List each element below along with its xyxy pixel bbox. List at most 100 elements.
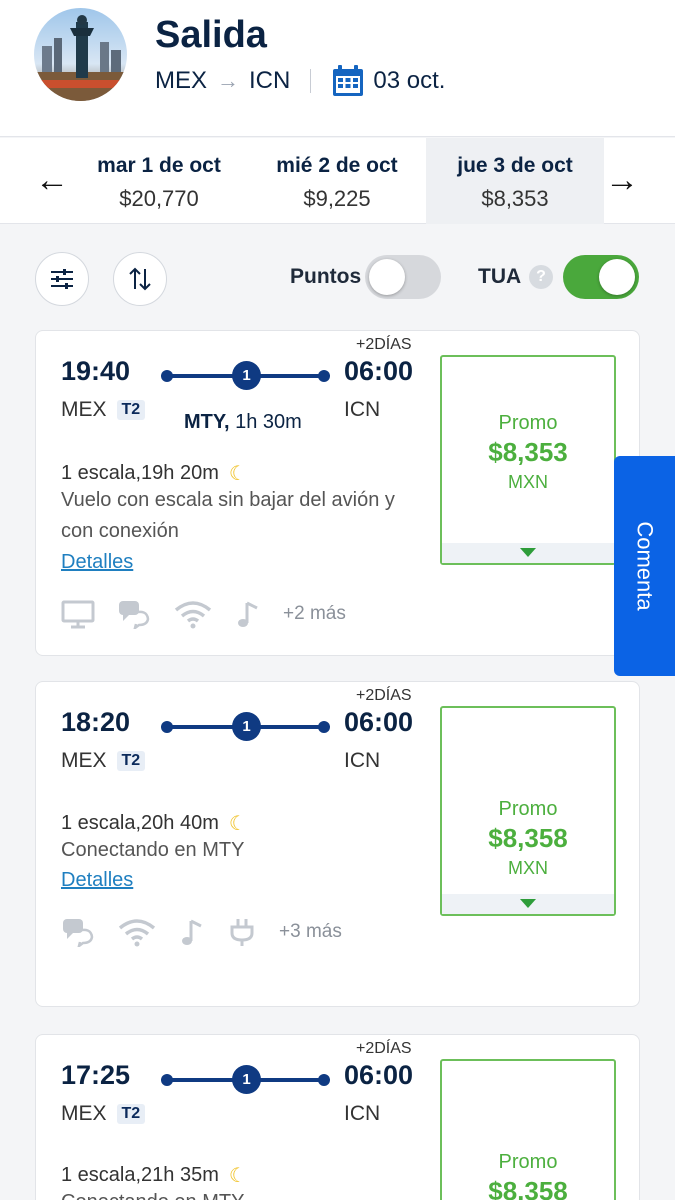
details-link[interactable]: Detalles: [61, 869, 133, 892]
chevron-down-icon: [520, 899, 536, 908]
flight-card[interactable]: +2DÍAS 17:25 06:00 1 MEX T2 ICN 1 escala,…: [35, 1034, 640, 1200]
stop-duration: 1 escala,19h 20m ☾: [61, 461, 247, 486]
flight-description: Vuelo con escala sin bajar del avión y c…: [61, 489, 395, 542]
toggle-knob: [599, 259, 635, 295]
city-photo-icon: [34, 8, 127, 101]
next-date-arrow-icon[interactable]: →: [602, 158, 642, 202]
help-icon[interactable]: ?: [529, 265, 553, 289]
date-label: jue 3 de oct: [457, 154, 573, 177]
details-link[interactable]: Detalles: [61, 551, 133, 574]
flight-description: Conectando en MTY: [61, 839, 245, 861]
escala-text: 1 escala,19h 20m: [61, 462, 219, 484]
chat-icon: [61, 917, 95, 947]
origin-code: MEX: [61, 398, 107, 421]
route-end-dot: [318, 1074, 330, 1086]
filter-row: Puntos TUA ?: [0, 225, 675, 325]
departure-time: 19:40: [61, 356, 131, 386]
header: Salida MEX → ICN 03 oct.: [0, 0, 675, 137]
sliders-icon: [51, 269, 73, 289]
departure-time: 17:25: [61, 1060, 131, 1090]
tua-toggle[interactable]: [563, 255, 639, 299]
more-amenities[interactable]: +3 más: [279, 921, 342, 943]
stop-duration: 1 escala,21h 35m ☾: [61, 1163, 247, 1188]
fare-tag: Promo: [498, 1151, 558, 1173]
fare-currency: MXN: [508, 472, 548, 492]
layover-city: MTY,: [184, 411, 230, 433]
arrival-time: 06:00: [344, 707, 414, 737]
date-label: mar 1 de oct: [97, 154, 221, 177]
tua-label: TUA: [478, 265, 522, 288]
fare-option[interactable]: Promo $8,358 MXN: [440, 706, 616, 916]
date-price: $8,353: [481, 186, 549, 211]
date-option-oct-3[interactable]: jue 3 de oct $8,353: [426, 138, 604, 224]
fare-option[interactable]: Promo $8,358: [440, 1059, 616, 1200]
fare-expand[interactable]: [442, 894, 614, 914]
puntos-toggle[interactable]: [365, 255, 441, 299]
stops-badge: 1: [232, 712, 261, 741]
toggle-knob: [369, 259, 405, 295]
layover-time: 1h 30m: [235, 411, 302, 433]
date-price: $9,225: [303, 186, 371, 211]
fare-price: $8,353: [488, 437, 568, 467]
feedback-label: Comenta: [632, 521, 658, 611]
feedback-tab[interactable]: Comenta: [614, 456, 675, 676]
arrival-time: 06:00: [344, 356, 414, 386]
fare-price: $8,358: [488, 1176, 568, 1200]
route-start-dot: [161, 721, 173, 733]
puntos-label: Puntos: [290, 265, 362, 288]
plug-icon: [227, 917, 257, 947]
sort-button[interactable]: [113, 252, 167, 306]
destination-airport: ICN: [344, 749, 381, 772]
amenities-row: +3 más: [61, 917, 342, 947]
terminal-badge: T2: [116, 751, 146, 771]
departure-time: 18:20: [61, 707, 131, 737]
calendar-icon: [333, 65, 364, 96]
route-arrow-icon: →: [217, 68, 240, 93]
route-start-dot: [161, 1074, 173, 1086]
destination-avatar: [34, 8, 127, 101]
route-end-dot: [318, 370, 330, 382]
more-amenities[interactable]: +2 más: [283, 603, 346, 625]
layover-info: MTY, 1h 30m: [184, 411, 302, 434]
flight-card[interactable]: +2DÍAS 19:40 06:00 1 MEX T2 ICN MTY, 1h 3…: [35, 330, 640, 656]
plus-days-label: +2DÍAS: [356, 1040, 412, 1057]
divider: [310, 69, 312, 93]
prev-date-arrow-icon[interactable]: ←: [32, 158, 72, 202]
date-selector: ← mar 1 de oct $20,770 mié 2 de oct $9,2…: [0, 138, 675, 224]
date-option-oct-1[interactable]: mar 1 de oct $20,770: [70, 138, 248, 224]
amenities-row: +2 más: [61, 599, 346, 629]
music-icon: [235, 599, 261, 629]
origin-code: MEX: [61, 749, 107, 772]
fare-price: $8,358: [488, 823, 568, 853]
fare-tag: Promo: [498, 798, 558, 820]
route-end-dot: [318, 721, 330, 733]
moon-icon: ☾: [228, 463, 247, 485]
flight-card[interactable]: +2DÍAS 18:20 06:00 1 MEX T2 ICN 1 escala,…: [35, 681, 640, 1007]
fare-expand[interactable]: [442, 543, 614, 563]
chevron-down-icon: [520, 548, 536, 557]
origin-airport: MEX T2: [61, 1102, 146, 1126]
stop-duration: 1 escala,20h 40m ☾: [61, 811, 247, 836]
terminal-badge: T2: [116, 1104, 146, 1124]
origin-airport: MEX T2: [61, 749, 146, 773]
fare-tag: Promo: [498, 412, 558, 434]
fare-option[interactable]: Promo $8,353 MXN: [440, 355, 616, 565]
destination-airport: ICN: [344, 398, 381, 421]
tv-icon: [61, 599, 95, 629]
arrival-time: 06:00: [344, 1060, 414, 1090]
escala-text: 1 escala,20h 40m: [61, 812, 219, 834]
plus-days-label: +2DÍAS: [356, 336, 412, 353]
stops-badge: 1: [232, 361, 261, 390]
filter-button[interactable]: [35, 252, 89, 306]
chat-icon: [117, 599, 151, 629]
fare-currency: MXN: [508, 858, 548, 878]
plus-days-label: +2DÍAS: [356, 687, 412, 704]
sort-arrows-icon: [129, 267, 151, 291]
stops-badge: 1: [232, 1065, 261, 1094]
route-start-dot: [161, 370, 173, 382]
origin-airport: MEX T2: [61, 398, 146, 422]
origin-code: MEX: [155, 67, 208, 94]
route-summary: MEX → ICN 03 oct.: [155, 65, 445, 96]
escala-text: 1 escala,21h 35m: [61, 1164, 219, 1186]
date-option-oct-2[interactable]: mié 2 de oct $9,225: [248, 138, 426, 224]
